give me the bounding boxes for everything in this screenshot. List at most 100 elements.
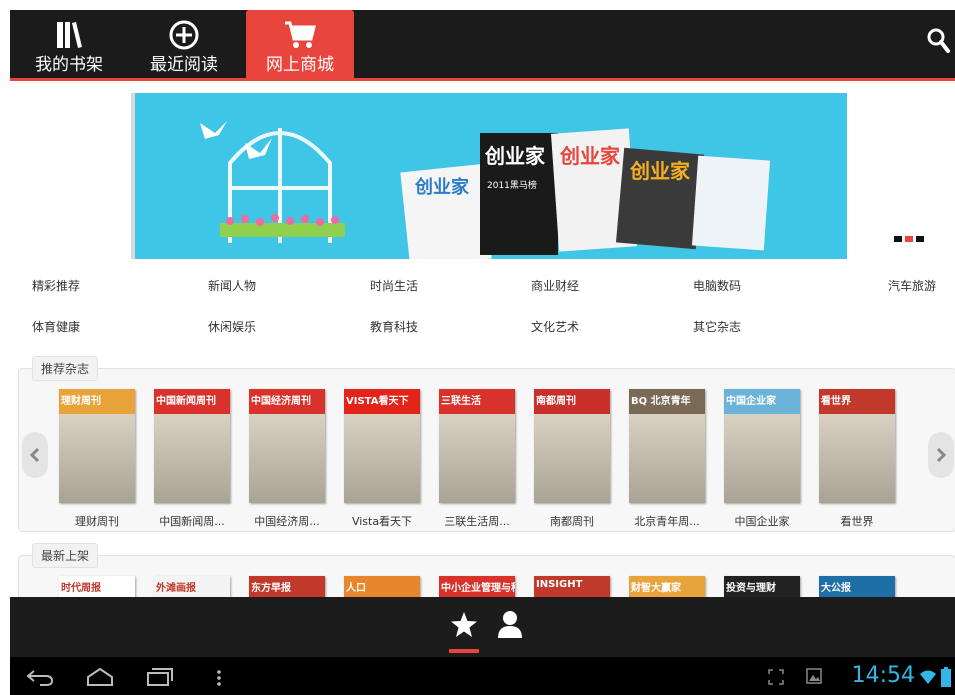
top-tab-bar: 我的书架 最近阅读 网上商城 <box>10 10 955 81</box>
star-icon <box>451 612 477 637</box>
tab-bookshelf[interactable]: 我的书架 <box>14 10 124 78</box>
category-link[interactable]: 新闻人物 <box>208 277 256 294</box>
cover-title: 理财周刊 <box>61 396 101 407</box>
category-link[interactable]: 体育健康 <box>32 318 80 335</box>
scroll-left-button[interactable] <box>22 432 48 478</box>
category-link[interactable]: 休闲娱乐 <box>208 318 256 335</box>
magazine-item[interactable]: 看世界 看世界 <box>819 389 895 529</box>
magazine-cover[interactable]: 看世界 <box>819 389 895 503</box>
screen-compat-icon[interactable] <box>768 669 784 689</box>
magazine-cover[interactable]: 中国经济周刊 <box>249 389 325 503</box>
banner-sub-label: 2011黑马榜 <box>487 179 537 191</box>
cover-title: 看世界 <box>821 396 851 407</box>
page-dot <box>894 236 902 242</box>
category-link[interactable]: 其它杂志 <box>693 318 741 335</box>
cover-title: 中国经济周刊 <box>251 396 311 407</box>
search-icon <box>927 28 950 53</box>
recent-apps-icon <box>147 668 173 686</box>
tab-online-store[interactable]: 网上商城 <box>246 10 354 78</box>
category-link[interactable]: 汽车旅游 <box>888 277 936 294</box>
cover-title: 三联生活 <box>441 396 481 407</box>
magazine-name: 看世界 <box>840 515 874 528</box>
battery-icon <box>941 667 951 691</box>
cover-title: 投资与理财 <box>726 583 776 594</box>
promo-banner[interactable]: 创业家 创业家 创业家 创业家 2011黑马榜 <box>131 93 847 259</box>
tab-label: 我的书架 <box>35 55 103 75</box>
recent-apps-button[interactable] <box>146 667 174 691</box>
magazine-cover[interactable]: 中国新闻周刊 <box>154 389 230 503</box>
category-link[interactable]: 教育科技 <box>370 318 418 335</box>
magazine-cover[interactable]: BQ 北京青年 <box>629 389 705 503</box>
banner-page-indicator <box>894 236 924 242</box>
category-link[interactable]: 商业财经 <box>531 277 579 294</box>
category-link[interactable]: 精彩推荐 <box>32 277 80 294</box>
home-button[interactable] <box>85 667 115 691</box>
section-title: 最新上架 <box>32 543 99 568</box>
banner-cover-title: 创业家 <box>484 144 546 168</box>
cover-title: BQ 北京青年 <box>631 396 691 407</box>
cover-title: 大公报 <box>821 583 851 594</box>
bottom-nav-bar <box>10 597 955 657</box>
tab-recent-reading[interactable]: 最近阅读 <box>129 10 239 78</box>
magazine-item[interactable]: 南都周刊 南都周刊 <box>534 389 610 529</box>
page-dot-active <box>905 236 913 242</box>
banner-cover-title: 创业家 <box>559 144 621 168</box>
magazine-name: 北京青年周... <box>634 515 700 528</box>
banner-artwork: 创业家 创业家 创业家 创业家 2011黑马榜 <box>200 121 771 259</box>
shopping-cart-icon <box>283 17 317 53</box>
active-indicator <box>449 649 479 653</box>
chevron-left-icon <box>29 447 40 463</box>
system-navigation-bar: 14:54 <box>10 657 955 695</box>
banner-cover-title: 创业家 <box>629 159 691 183</box>
category-link[interactable]: 文化艺术 <box>531 318 579 335</box>
magazine-item[interactable]: BQ 北京青年 北京青年周... <box>629 389 705 529</box>
magazine-cover[interactable]: 中国企业家 <box>724 389 800 503</box>
cover-title: 中国新闻周刊 <box>156 396 216 407</box>
tab-label: 最近阅读 <box>150 55 218 75</box>
magazine-name: 中国经济周... <box>254 515 320 528</box>
back-button[interactable] <box>26 667 54 691</box>
account-button[interactable] <box>496 609 524 643</box>
wifi-icon <box>919 669 937 689</box>
status-clock: 14:54 <box>851 663 915 688</box>
category-link[interactable]: 时尚生活 <box>370 277 418 294</box>
back-icon <box>26 670 54 686</box>
magazine-item[interactable]: VISTA看天下 Vista看天下 <box>344 389 420 529</box>
cover-title: 南都周刊 <box>536 396 576 407</box>
magazine-item[interactable]: 中国新闻周刊 中国新闻周... <box>154 389 230 529</box>
chevron-right-icon <box>936 447 947 463</box>
magazine-cover[interactable]: 理财周刊 <box>59 389 135 503</box>
magazine-item[interactable]: 中国企业家 中国企业家 <box>724 389 800 529</box>
cover-title: VISTA看天下 <box>346 396 409 407</box>
cover-title: 中小企业管理与科技 <box>441 583 515 594</box>
magazine-name: Vista看天下 <box>351 515 413 528</box>
tab-label: 网上商城 <box>266 55 334 75</box>
cover-title: INSIGHT <box>536 579 583 590</box>
recent-reading-icon <box>168 17 200 53</box>
magazine-name: 中国企业家 <box>734 515 790 528</box>
favorites-button[interactable] <box>449 611 479 653</box>
overflow-menu-icon <box>217 670 221 686</box>
magazine-item[interactable]: 三联生活 三联生活周... <box>439 389 515 529</box>
magazine-name: 理财周刊 <box>75 515 119 528</box>
magazine-name: 南都周刊 <box>550 515 594 528</box>
bookshelf-icon <box>55 17 83 53</box>
cover-title: 时代周报 <box>61 583 101 594</box>
category-link[interactable]: 电脑数码 <box>693 277 741 294</box>
cover-title: 东方早报 <box>251 583 291 594</box>
banner-cover-title: 创业家 <box>414 176 470 198</box>
scroll-right-button[interactable] <box>928 432 954 478</box>
cover-title: 外滩画报 <box>156 583 196 594</box>
menu-button[interactable] <box>216 669 222 691</box>
cover-title: 人口 <box>346 583 366 594</box>
magazine-item[interactable]: 理财周刊 理财周刊 <box>59 389 135 529</box>
magazine-item[interactable]: 中国经济周刊 中国经济周... <box>249 389 325 529</box>
cover-title: 中国企业家 <box>726 396 776 407</box>
person-icon <box>498 611 522 638</box>
magazine-cover[interactable]: 三联生活 <box>439 389 515 503</box>
magazine-cover[interactable]: 南都周刊 <box>534 389 610 503</box>
page-dot <box>916 236 924 242</box>
magazine-cover[interactable]: VISTA看天下 <box>344 389 420 503</box>
magazine-name: 中国新闻周... <box>159 515 225 528</box>
search-button[interactable] <box>927 28 951 58</box>
